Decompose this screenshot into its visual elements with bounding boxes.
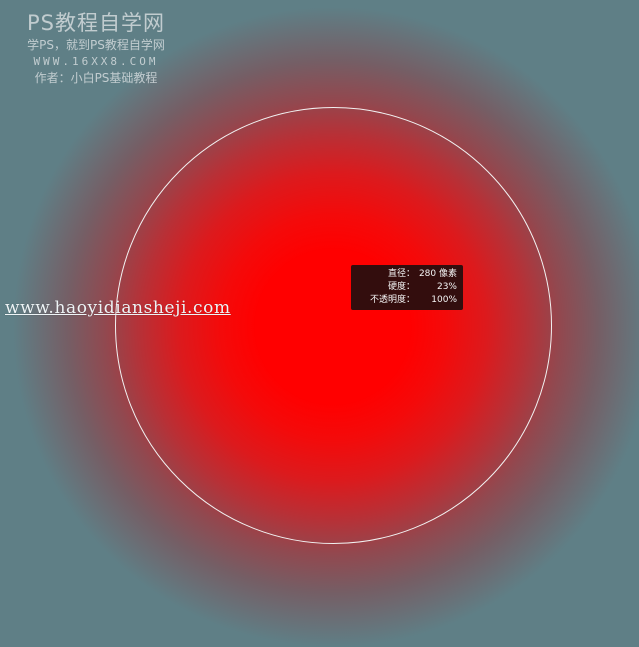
hud-row-hardness: 硬度： 23% (357, 281, 457, 294)
watermark-block: PS教程自学网 学PS，就到PS教程自学网 WWW.16XX8.COM 作者：小… (16, 10, 176, 87)
diameter-label: 直径： (387, 269, 415, 279)
hud-row-diameter: 直径： 280 像素 (357, 268, 457, 281)
brush-info-tooltip: 直径： 280 像素 硬度： 23% 不透明度： 100% (351, 265, 463, 310)
site-watermark-link: www.haoyidiansheji.com (5, 298, 231, 318)
hardness-label: 硬度： (387, 282, 415, 292)
diameter-value: 280 像素 (418, 269, 457, 279)
brush-cursor-outline (115, 107, 552, 544)
hud-row-opacity: 不透明度： 100% (357, 294, 457, 307)
watermark-url: WWW.16XX8.COM (33, 55, 159, 68)
opacity-value: 100% (431, 295, 457, 305)
watermark-title: PS教程自学网 (27, 11, 165, 35)
watermark-author: 作者：小白PS基础教程 (34, 71, 158, 85)
opacity-label: 不透明度： (369, 295, 415, 305)
watermark-subtitle: 学PS，就到PS教程自学网 (27, 38, 165, 52)
hardness-value: 23% (436, 282, 457, 292)
photoshop-canvas[interactable]: PS教程自学网 学PS，就到PS教程自学网 WWW.16XX8.COM 作者：小… (0, 0, 639, 647)
